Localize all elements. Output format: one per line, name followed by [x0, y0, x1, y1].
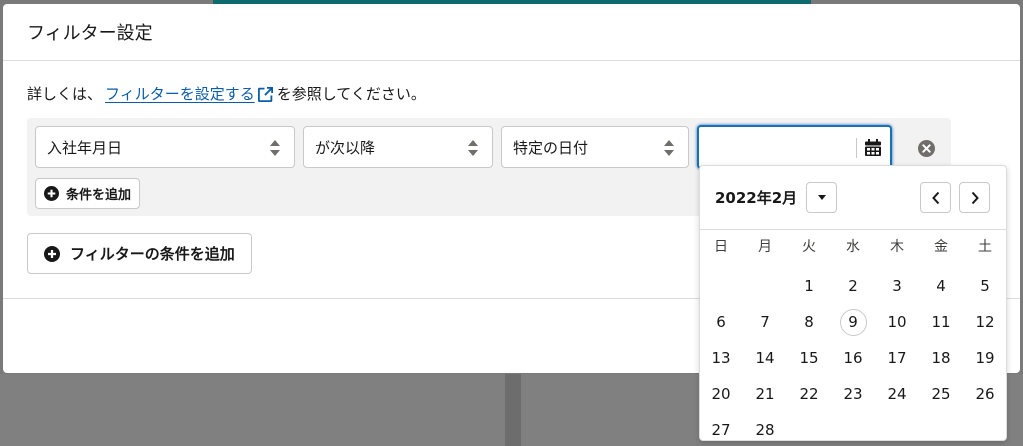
- field-select-value: 入社年月日: [47, 138, 123, 157]
- help-link[interactable]: フィルターを設定する: [105, 83, 274, 104]
- weekday-header: 月: [758, 239, 772, 255]
- help-link-label: フィルターを設定する: [105, 85, 255, 103]
- weekday-header-row: 日 月 火 水 木 金 土: [700, 234, 1006, 258]
- next-month-button[interactable]: [959, 182, 990, 213]
- calendar-day[interactable]: 12: [963, 313, 1007, 331]
- calendar-day[interactable]: 23: [831, 385, 875, 403]
- calendar-grid: 日 月 火 水 木 金 土 1 2 3 4 5 6 7 8 9 10 11 12 13 14 15 16 17 1…: [700, 234, 1006, 446]
- calendar-day[interactable]: 18: [919, 349, 963, 367]
- calendar-day[interactable]: 27: [699, 421, 743, 439]
- add-filter-condition-button[interactable]: フィルターの条件を追加: [27, 233, 252, 274]
- plus-circle-icon: [44, 246, 60, 262]
- add-filter-condition-label: フィルターの条件を追加: [70, 245, 235, 263]
- modal-header: フィルター設定: [3, 4, 1020, 61]
- calendar-day[interactable]: 6: [699, 313, 743, 331]
- weekday-header: 土: [978, 239, 992, 255]
- calendar-day[interactable]: 9: [831, 308, 875, 336]
- calendar-day[interactable]: 19: [963, 349, 1007, 367]
- operator-select[interactable]: が次以降: [303, 126, 493, 168]
- value-type-select[interactable]: 特定の日付: [501, 126, 689, 168]
- up-down-arrows-icon: [664, 140, 674, 156]
- calendar-icon[interactable]: [865, 139, 881, 156]
- today-marker: 9: [839, 308, 867, 336]
- calendar-week-row: 6 7 8 9 10 11 12: [700, 304, 1006, 340]
- calendar-day[interactable]: 7: [743, 313, 787, 331]
- calendar-day[interactable]: 24: [875, 385, 919, 403]
- calendar-day[interactable]: 28: [743, 421, 787, 439]
- calendar-day[interactable]: 10: [875, 313, 919, 331]
- calendar-day[interactable]: 11: [919, 313, 963, 331]
- value-type-select-value: 特定の日付: [513, 138, 589, 157]
- calendar-day[interactable]: 14: [743, 349, 787, 367]
- weekday-header: 金: [934, 239, 948, 255]
- calendar-day[interactable]: 21: [743, 385, 787, 403]
- calendar-day[interactable]: 26: [963, 385, 1007, 403]
- calendar-day[interactable]: 1: [787, 277, 831, 295]
- calendar-week-row: 13 14 15 16 17 18 19: [700, 340, 1006, 376]
- background-panel-left: [0, 374, 505, 446]
- month-select-button[interactable]: [806, 182, 837, 213]
- calendar-week-row: 27 28: [700, 412, 1006, 446]
- calendar-day[interactable]: 17: [875, 349, 919, 367]
- calendar-day[interactable]: 15: [787, 349, 831, 367]
- weekday-header: 火: [802, 239, 816, 255]
- previous-month-button[interactable]: [920, 182, 951, 213]
- up-down-arrows-icon: [468, 140, 478, 156]
- weekday-header: 日: [714, 239, 728, 255]
- chevron-down-icon: [818, 195, 826, 200]
- weekday-header: 水: [846, 239, 860, 255]
- background-divider: [505, 374, 521, 446]
- weekday-header: 木: [890, 239, 904, 255]
- calendar-week-row: 12345: [700, 268, 1006, 304]
- operator-select-value: が次以降: [315, 138, 376, 157]
- close-circle-icon[interactable]: [918, 140, 935, 157]
- intro-text-after: を参照してください。: [276, 85, 426, 103]
- external-link-icon: [257, 86, 273, 102]
- date-picker-header-divider: [700, 229, 1006, 230]
- date-input-separator: [856, 138, 857, 158]
- up-down-arrows-icon: [270, 140, 280, 156]
- field-select[interactable]: 入社年月日: [35, 126, 295, 168]
- modal-title: フィルター設定: [27, 23, 153, 44]
- calendar-day[interactable]: 20: [699, 385, 743, 403]
- intro-text: 詳しくは、 フィルターを設定する を参照してください。: [27, 83, 426, 104]
- calendar-week-row: 20 21 22 23 24 25 26: [700, 376, 1006, 412]
- calendar-day[interactable]: 3: [875, 277, 919, 295]
- calendar-day[interactable]: 16: [831, 349, 875, 367]
- calendar-day[interactable]: 13: [699, 349, 743, 367]
- calendar-day[interactable]: 5: [963, 277, 1007, 295]
- date-picker-popup: 2022年2月 日 月 火 水 木 金 土 1 2 3 4 5 6 7 8 9 10 11 12 13 1…: [699, 165, 1007, 441]
- calendar-day[interactable]: 8: [787, 313, 831, 331]
- calendar-day[interactable]: 22: [787, 385, 831, 403]
- date-picker-month-label: 2022年2月: [715, 189, 798, 207]
- add-condition-label: 条件を追加: [66, 188, 132, 203]
- plus-circle-icon: [44, 186, 59, 201]
- calendar-day[interactable]: 25: [919, 385, 963, 403]
- chevron-left-icon: [932, 191, 940, 205]
- calendar-day[interactable]: 4: [919, 277, 963, 295]
- date-input[interactable]: [697, 125, 892, 169]
- chevron-right-icon: [971, 191, 979, 205]
- calendar-day[interactable]: 2: [831, 277, 875, 295]
- intro-text-before: 詳しくは、: [27, 85, 103, 103]
- add-condition-button[interactable]: 条件を追加: [35, 178, 141, 209]
